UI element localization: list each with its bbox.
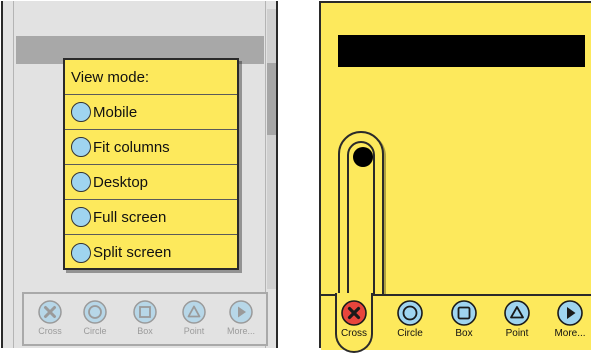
radio-button-icon[interactable] [71, 172, 91, 192]
scrollbar-track[interactable] [267, 9, 276, 289]
toolbar-label: Point [183, 326, 205, 336]
view-option-label: Full screen [93, 208, 167, 226]
box-icon [133, 300, 157, 324]
radio-button-icon[interactable] [71, 242, 91, 263]
view-option-mobile[interactable]: Mobile [65, 95, 237, 130]
box-icon [451, 300, 477, 326]
slider-knob[interactable] [353, 147, 373, 167]
toolbar-box-button[interactable]: Box [439, 300, 489, 350]
view-option-fit-columns[interactable]: Fit columns [65, 130, 237, 165]
toolbar-point-button[interactable]: Point [171, 300, 217, 346]
toolbar-label: Cross [340, 328, 368, 339]
toolbar-circle-button[interactable]: Circle [385, 300, 435, 350]
toolbar-label: Cross [38, 326, 62, 336]
view-option-label: Desktop [93, 173, 149, 191]
radio-button-icon[interactable] [71, 137, 91, 157]
toolbar-more-button[interactable]: More... [545, 300, 591, 350]
cross-icon [38, 300, 62, 324]
toolbar-cross-button[interactable]: Cross [27, 300, 73, 346]
popup-title: View mode: [71, 68, 150, 86]
toolbar-more-button[interactable]: More... [218, 300, 264, 346]
toolbar-cross-button[interactable]: Cross [329, 300, 379, 350]
title-bar-placeholder [338, 35, 585, 67]
toolbar-point-button[interactable]: Point [492, 300, 542, 350]
circle-icon [83, 300, 107, 324]
slider-track[interactable] [347, 141, 375, 309]
right-toolbar: Cross Circle Box Point More... [321, 293, 591, 353]
view-option-label: Mobile [93, 103, 138, 121]
popup-title-row: View mode: [65, 60, 237, 95]
screen-edge-left [13, 1, 14, 348]
toolbar-label: Box [455, 328, 473, 339]
scrollbar-thumb[interactable] [267, 63, 276, 135]
toolbar-label: Point [505, 328, 529, 339]
view-mode-popup: View mode: Mobile Fit columns Desktop Fu… [63, 58, 239, 270]
left-phone-screen: View mode: Mobile Fit columns Desktop Fu… [1, 1, 278, 348]
point-icon [504, 300, 530, 326]
radio-button-icon[interactable] [71, 207, 91, 227]
toolbar-label: Circle [83, 326, 107, 336]
toolbar-label: More... [554, 328, 586, 339]
vertical-slider[interactable] [338, 131, 384, 319]
view-option-full-screen[interactable]: Full screen [65, 200, 237, 235]
more-icon [557, 300, 583, 326]
toolbar-box-button[interactable]: Box [122, 300, 168, 346]
toolbar-label: Box [137, 326, 153, 336]
view-option-split-screen[interactable]: Split screen [65, 235, 237, 270]
left-toolbar: Cross Circle Box Point More... [22, 292, 268, 346]
radio-button-icon[interactable] [71, 102, 91, 122]
circle-icon [397, 300, 423, 326]
view-option-label: Split screen [93, 244, 172, 261]
view-option-label: Fit columns [93, 138, 170, 156]
toolbar-label: Circle [397, 328, 423, 339]
view-option-desktop[interactable]: Desktop [65, 165, 237, 200]
toolbar-label: More... [226, 326, 255, 336]
right-phone-screen: Cross Circle Box Point More... [319, 1, 591, 353]
toolbar-circle-button[interactable]: Circle [72, 300, 118, 346]
point-icon [182, 300, 206, 324]
more-icon [229, 300, 253, 324]
cross-icon [341, 300, 367, 326]
